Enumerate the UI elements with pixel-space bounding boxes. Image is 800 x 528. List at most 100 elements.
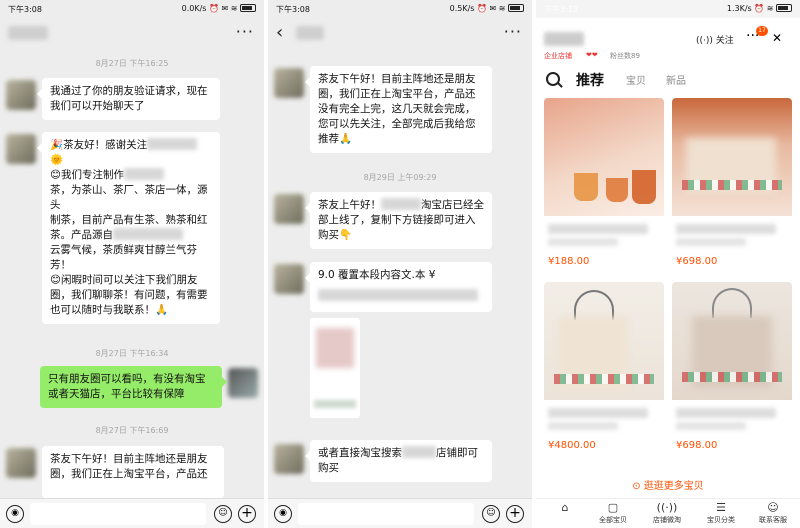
follow-button[interactable]: ((·)) 关注 bbox=[696, 33, 734, 46]
product-card[interactable]: ¥698.00 bbox=[672, 98, 792, 274]
message-text: 😊我们专注制作 bbox=[50, 169, 124, 181]
nav-contact-service[interactable]: ☺ 联系客服 bbox=[748, 501, 798, 525]
message-line: 只有朋友圈可以看吗，有没有淘宝 bbox=[48, 373, 206, 385]
message-line: 购买 bbox=[318, 462, 339, 474]
product-card[interactable]: ¥698.00 bbox=[672, 282, 792, 458]
product-price: ¥698.00 bbox=[676, 440, 718, 451]
avatar-self[interactable] bbox=[228, 368, 258, 398]
avatar[interactable] bbox=[274, 194, 304, 224]
emoji-icon[interactable]: ☺ bbox=[482, 505, 500, 523]
avatar[interactable] bbox=[274, 264, 304, 294]
nav-all-goods[interactable]: ▢ 全部宝贝 bbox=[588, 501, 638, 525]
broadcast-icon: ((·)) bbox=[656, 501, 678, 514]
message-text: 或者直接淘宝搜索 bbox=[318, 447, 402, 459]
message-bubble[interactable]: 茶友下午好！目前主阵地还是朋友 圈，我们正在上淘宝平台，产品还 bbox=[42, 446, 224, 498]
avatar[interactable] bbox=[6, 448, 36, 478]
enterprise-tag: 企业店铺 bbox=[544, 52, 572, 60]
close-icon[interactable]: ✕ bbox=[772, 31, 782, 45]
tab-recommend[interactable]: 推荐 bbox=[576, 70, 604, 90]
message-text: 茶友上午好！ bbox=[318, 199, 381, 211]
message-line: 芳！ bbox=[50, 259, 71, 271]
product-image bbox=[672, 282, 792, 400]
message-line: 🎉茶友好！感谢关注 🌞 bbox=[50, 138, 212, 168]
product-title-blurred bbox=[676, 408, 776, 418]
pattern-band bbox=[682, 372, 782, 382]
more-goods-link[interactable]: ⊙ 逛逛更多宝贝 bbox=[536, 477, 800, 492]
avatar[interactable] bbox=[6, 134, 36, 164]
status-time: 下午3:13 bbox=[544, 5, 578, 14]
message-line: 9.0 覆置本段内容文.本 ¥ bbox=[318, 269, 436, 281]
avatar[interactable] bbox=[6, 80, 36, 110]
product-price: ¥698.00 bbox=[676, 256, 718, 267]
network-speed: 1.3K/s bbox=[726, 4, 752, 13]
link-bubble[interactable]: 9.0 覆置本段内容文.本 ¥ bbox=[305, 262, 492, 312]
product-title-blurred bbox=[548, 238, 618, 246]
message-input[interactable] bbox=[298, 503, 474, 525]
plus-icon[interactable]: + bbox=[238, 505, 256, 523]
message-line: 云雾气候，茶质鲜爽甘醇兰气芬 bbox=[50, 244, 197, 256]
avatar[interactable] bbox=[274, 68, 304, 98]
message-input[interactable] bbox=[30, 503, 206, 525]
nav-label: 全部宝贝 bbox=[599, 516, 627, 524]
message-line: 茶友下午好！目前主阵地还是朋友 bbox=[318, 73, 476, 85]
status-bar: 下午3:13 1.3K/s ⏰ ≋ bbox=[536, 0, 800, 18]
tea-cup-icon bbox=[606, 178, 628, 202]
tab-new[interactable]: 新品 bbox=[666, 72, 686, 87]
timestamp: 8月27日 下午16:69 bbox=[95, 426, 169, 435]
bag-icon: ▢ bbox=[607, 501, 619, 514]
product-title-blurred bbox=[676, 238, 746, 246]
bag-handle-icon bbox=[712, 288, 752, 318]
message-bubble[interactable]: 我通过了你的朋友验证请求，现在 我们可以开始聊天了 bbox=[37, 78, 220, 120]
message-line: 部上线了，复制下方链接即可进入 bbox=[318, 214, 476, 226]
battery-icon bbox=[240, 4, 256, 12]
message-bubble-self[interactable]: 只有朋友圈可以看吗，有没有淘宝 或者天猫店，平台比较有保障 bbox=[40, 366, 227, 408]
product-title-blurred bbox=[548, 422, 618, 430]
message-line: 我们可以开始聊天了 bbox=[50, 100, 145, 112]
message-bubble[interactable]: 茶友上午好！ 淘宝店已经全 部上线了，复制下方链接即可进入 购买👇 bbox=[305, 192, 492, 249]
nav-weitao[interactable]: ((·)) 店铺微淘 bbox=[642, 501, 692, 525]
message-text: 店铺即可 bbox=[436, 447, 478, 459]
nav-categories[interactable]: ☰ 宝贝分类 bbox=[696, 501, 746, 525]
blurred-text bbox=[402, 446, 436, 458]
tab-goods[interactable]: 宝贝 bbox=[626, 72, 646, 87]
follow-label: 关注 bbox=[715, 36, 734, 46]
product-card[interactable]: ¥4800.00 bbox=[544, 282, 664, 458]
back-icon[interactable]: ‹ bbox=[276, 22, 283, 43]
message-line: 😊闲暇时间可以关注下我们朋友 bbox=[50, 274, 198, 286]
message-line: 茶友上午好！ 淘宝店已经全 bbox=[318, 198, 484, 213]
message-bubble[interactable]: 茶友下午好！目前主阵地还是朋友 圈，我们正在上淘宝平台，产品还 没有完全上完，这… bbox=[305, 66, 492, 153]
emoji-icon[interactable]: ☺ bbox=[214, 505, 232, 523]
avatar[interactable] bbox=[274, 444, 304, 474]
product-card[interactable]: ¥188.00 bbox=[544, 98, 664, 274]
battery-icon bbox=[508, 4, 524, 12]
shop-bottom-nav: ⌂ ▢ 全部宝贝 ((·)) 店铺微淘 ☰ 宝贝分类 ☺ 联系客服 bbox=[536, 498, 800, 528]
message-line: 圈，我们正在上淘宝平台，产品还 bbox=[50, 468, 208, 480]
product-image bbox=[544, 98, 664, 216]
status-time: 下午3:08 bbox=[8, 5, 42, 14]
chat-icon: ☺ bbox=[767, 501, 779, 514]
contact-name-blurred bbox=[8, 26, 48, 40]
status-indicators: 0.0K/s ⏰ ✉ ≋ bbox=[182, 4, 256, 13]
search-icon[interactable] bbox=[546, 72, 560, 86]
voice-icon[interactable]: ◉ bbox=[274, 505, 292, 523]
message-bubble[interactable]: 🎉茶友好！感谢关注 🌞 😊我们专注制作 茶，为茶山、茶厂、茶店一体，源头 制茶，… bbox=[37, 132, 220, 324]
product-title-blurred bbox=[548, 224, 648, 234]
voice-icon[interactable]: ◉ bbox=[6, 505, 24, 523]
nav-home-logo[interactable]: ⌂ bbox=[540, 501, 590, 515]
nav-label: 店铺微淘 bbox=[653, 516, 681, 524]
shop-header: 企业店铺 ❤❤ 粉丝数89 ((·)) 关注 ··· 17 ✕ bbox=[536, 18, 800, 66]
message-text: 茶。产品源自 bbox=[50, 229, 113, 241]
image-message[interactable] bbox=[310, 318, 360, 418]
more-icon[interactable]: ··· bbox=[504, 22, 522, 41]
product-image bbox=[672, 98, 792, 216]
blurred-link bbox=[318, 289, 478, 301]
status-indicators: 0.5K/s ⏰ ✉ ≋ bbox=[450, 4, 524, 13]
plus-icon[interactable]: + bbox=[506, 505, 524, 523]
more-icon[interactable]: ··· bbox=[236, 22, 254, 41]
chat-panel-2: 下午3:08 0.5K/s ⏰ ✉ ≋ ‹ ··· 茶友下午好！目前主阵地还是朋… bbox=[268, 0, 532, 528]
message-bubble[interactable]: 或者直接淘宝搜索 店铺即可 购买 bbox=[305, 440, 492, 482]
message-text: 🌞 bbox=[50, 154, 64, 166]
message-line: 圈，我们正在上淘宝平台，产品还 bbox=[318, 88, 476, 100]
chat-panel-1: 下午3:08 0.0K/s ⏰ ✉ ≋ ··· 8月27日 下午16:25 我通… bbox=[0, 0, 264, 528]
notification-badge: 17 bbox=[756, 26, 768, 36]
